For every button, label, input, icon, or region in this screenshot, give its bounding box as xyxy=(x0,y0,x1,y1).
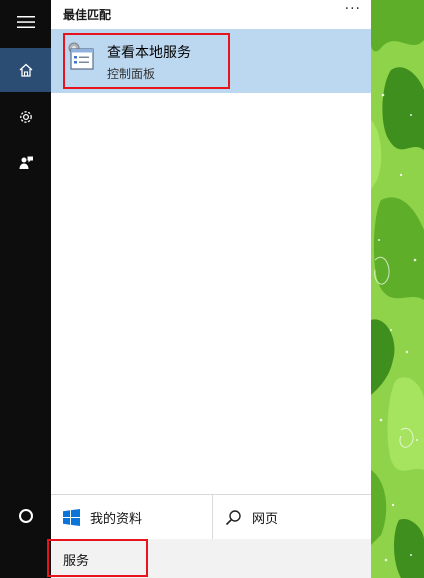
hamburger-menu-button[interactable] xyxy=(0,0,51,44)
search-results-panel: 最佳匹配 ··· 查看本地服务 控制面板 我的资料 网页 服务 xyxy=(47,0,372,578)
settings-button[interactable] xyxy=(0,95,51,139)
cortana-circle-icon xyxy=(18,509,33,523)
gear-icon xyxy=(19,111,32,123)
feedback-button[interactable] xyxy=(0,141,51,185)
tab-web-label: 网页 xyxy=(252,511,279,527)
best-match-result[interactable]: 查看本地服务 控制面板 xyxy=(51,29,371,93)
services-icon xyxy=(67,41,95,75)
search-icon xyxy=(225,509,242,526)
result-subtitle: 控制面板 xyxy=(107,67,156,81)
cortana-button[interactable] xyxy=(0,494,51,538)
windows-logo-icon xyxy=(63,508,80,526)
feedback-icon xyxy=(19,156,33,169)
home-button[interactable] xyxy=(0,48,51,92)
more-options-button[interactable]: ··· xyxy=(345,1,361,17)
home-icon xyxy=(19,63,32,77)
hamburger-icon xyxy=(16,16,35,28)
start-rail xyxy=(0,0,51,578)
section-title: 最佳匹配 xyxy=(63,8,112,22)
search-input[interactable]: 服务 xyxy=(47,539,371,578)
tab-web[interactable]: 网页 xyxy=(212,495,372,539)
result-title: 查看本地服务 xyxy=(107,45,191,61)
tab-my-stuff[interactable]: 我的资料 xyxy=(51,495,211,539)
search-query-text: 服务 xyxy=(63,554,90,569)
desktop-wallpaper xyxy=(371,0,424,578)
tab-my-stuff-label: 我的资料 xyxy=(90,511,143,527)
